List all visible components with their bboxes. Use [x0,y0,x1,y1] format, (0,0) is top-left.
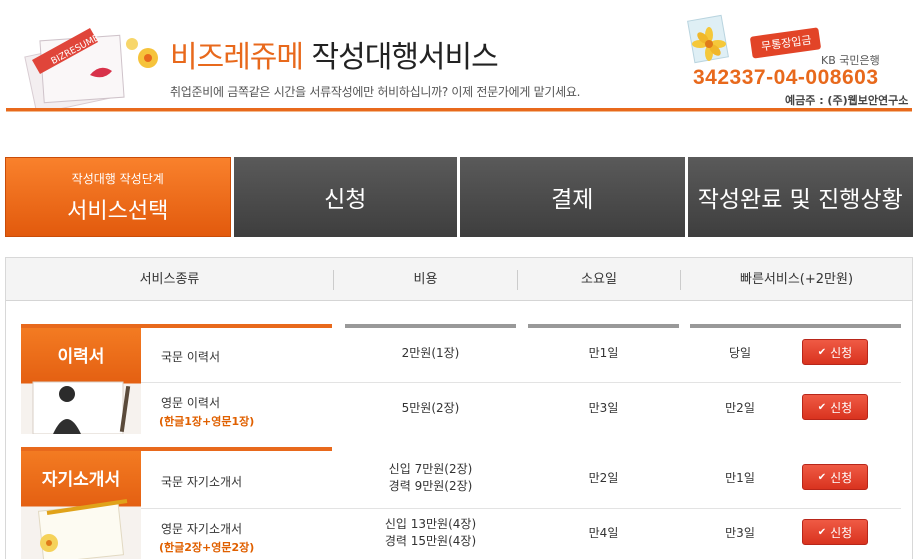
table-header: 서비스종류 비용 소요일 빠른서비스(+2만원) [6,258,912,301]
section-resume: 이력서 국문 이력서 2만원(1장) 만1일 당일 ✔ 신청 영문 이력서 (한… [21,324,901,434]
brand-name: 비즈레쥬메 [170,40,304,75]
brand-service: 작성대행서비스 [303,40,499,75]
flower-icon [687,14,729,64]
section-cover-letter: 자기소개서 국문 자기소개서 신입 7만원(2장) 경력 9만원(2장) 만2일… [21,447,901,559]
resume-section-illustration [32,381,131,434]
service-days: 만2일 [588,471,619,485]
fast-service-days: 당일 [728,346,752,360]
apply-button[interactable]: ✔ 신청 [802,339,868,365]
resume-logo-illustration: BIZRESUME [24,28,158,108]
header: BIZRESUME 비즈레쥬메 작성대행서비스 취업준비에 금쪽같은 시간을 서… [0,0,918,112]
service-table: 서비스종류 비용 소요일 빠른서비스(+2만원) 이력서 국문 이력서 2만원(… [5,257,913,559]
section-label: 이력서 [21,324,141,434]
apply-label: 신청 [830,525,853,540]
tab-apply[interactable]: 신청 [233,157,457,237]
service-cost: 5만원(2장) [401,401,460,415]
tab-label: 신청 [324,187,367,213]
service-cost-line: 신입 7만원(2장) [388,462,473,476]
account-number: 342337-04-008603 [693,66,879,89]
table-row: 국문 이력서 2만원(1장) 만1일 당일 ✔ 신청 [141,328,901,383]
apply-label: 신청 [830,470,853,485]
tagline: 취업준비에 금쪽같은 시간을 서류작성에만 허비하십니까? 이제 전문가에게 맡… [170,85,581,99]
tab-caption: 작성대행 작성단계 [71,171,164,186]
tab-label: 결제 [551,187,594,213]
service-name: 국문 자기소개서 [161,473,242,490]
tab-label: 작성완료 및 진행상황 [697,187,903,213]
service-cost-line: 경력 15만원(4장) [384,534,477,548]
table-row: 국문 자기소개서 신입 7만원(2장) 경력 9만원(2장) 만2일 만1일 ✔… [141,451,901,508]
apply-label: 신청 [830,400,853,415]
service-name-text: 영문 자기소개서 [161,522,243,536]
service-cost-line: 신입 13만원(4장) [384,517,477,531]
header-cost: 비용 [413,272,438,287]
apply-button[interactable]: ✔ 신청 [802,394,868,420]
page: BIZRESUME 비즈레쥬메 작성대행서비스 취업준비에 금쪽같은 시간을 서… [0,0,918,559]
service-cost: 2만원(1장) [401,346,460,360]
header-divider-shadow [6,111,912,112]
service-days: 만1일 [588,346,619,360]
service-name: 영문 이력서 (한글1장+영문1장) [159,394,255,429]
check-icon: ✔ [817,346,827,358]
cover-letter-section-illustration [37,499,128,559]
section-label: 자기소개서 [21,447,141,559]
fast-service-days: 만1일 [725,471,755,485]
tab-payment[interactable]: 결제 [460,157,685,237]
service-cost: 신입 13만원(4장) 경력 15만원(4장) [345,516,516,550]
apply-button[interactable]: ✔ 신청 [802,464,868,490]
check-icon: ✔ [817,526,827,538]
account-holder: 예금주 : (주)웹보안연구소 [785,94,909,107]
deposit-tag: 무통장입금 [749,27,821,59]
fast-service-days: 만2일 [725,401,755,415]
tab-progress[interactable]: 작성완료 및 진행상황 [687,157,913,237]
bank-info: 무통장입금 KB 국민은행 342337-04-008603 예금주 : (주)… [685,14,913,108]
apply-label: 신청 [830,345,853,360]
fast-service-days: 만3일 [725,526,755,540]
step-tabs: 작성대행 작성단계 서비스선택 신청 결제 작성완료 및 진행상황 [5,157,913,237]
service-name: 국문 이력서 [161,348,220,365]
apply-button[interactable]: ✔ 신청 [802,519,868,545]
header-fast-service: 빠른서비스(+2만원) [739,272,854,287]
service-days: 만3일 [588,401,619,415]
service-cost: 신입 7만원(2장) 경력 9만원(2장) [345,461,516,495]
brand-title: 비즈레쥬메 작성대행서비스 [170,40,499,76]
service-name-text: 국문 자기소개서 [161,475,243,489]
tab-label: 서비스선택 [67,198,169,224]
section-title: 자기소개서 [41,470,121,490]
service-name-text: 영문 이력서 [161,396,221,410]
section-title: 이력서 [57,347,105,367]
service-days: 만4일 [588,526,619,540]
service-name: 영문 자기소개서 (한글2장+영문2장) [159,520,255,555]
service-name-text: 국문 이력서 [161,350,221,364]
check-icon: ✔ [817,401,827,413]
tab-service-select[interactable]: 작성대행 작성단계 서비스선택 [5,157,231,237]
header-service-type: 서비스종류 [139,272,200,287]
table-row: 영문 자기소개서 (한글2장+영문2장) 신입 13만원(4장) 경력 15만원(… [141,509,901,559]
service-cost-line: 경력 9만원(2장) [388,479,473,493]
service-note: (한글2장+영문2장) [159,541,255,554]
check-icon: ✔ [817,471,827,483]
header-days: 소요일 [581,272,617,287]
table-row: 영문 이력서 (한글1장+영문1장) 5만원(2장) 만3일 만2일 ✔ 신청 [141,383,901,438]
service-note: (한글1장+영문1장) [159,415,255,428]
